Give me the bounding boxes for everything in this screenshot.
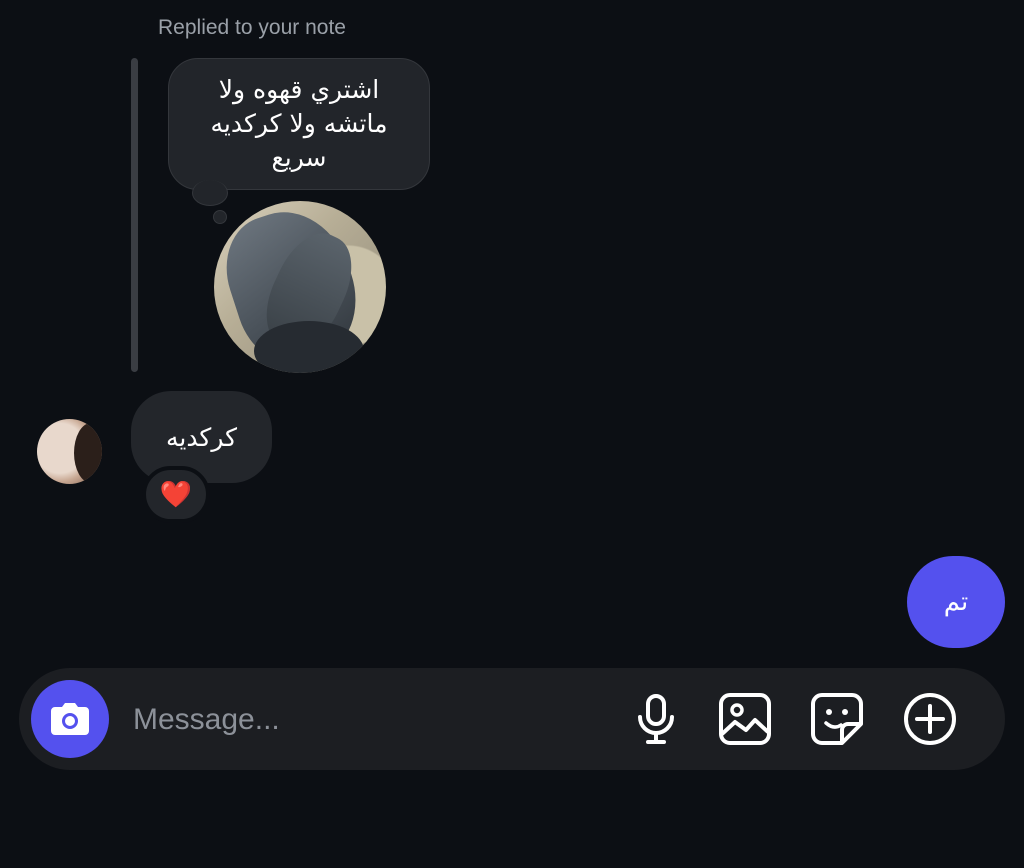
- reply-thread-bar: [131, 58, 138, 372]
- camera-button[interactable]: [31, 680, 109, 758]
- note-tail-small: [213, 210, 227, 224]
- note-tail-large: [192, 180, 228, 206]
- message-input[interactable]: [131, 694, 615, 746]
- note-bubble[interactable]: اشتري قهوه ولا ماتشه ولا كركديه سريع: [168, 58, 430, 190]
- add-icon: [904, 693, 956, 745]
- message-composer: [19, 668, 1005, 770]
- gallery-icon: [719, 693, 771, 745]
- heart-reaction[interactable]: ❤️: [142, 466, 210, 523]
- camera-icon: [51, 703, 89, 735]
- photo-detail: [254, 321, 364, 373]
- avatar-detail: [74, 423, 102, 483]
- reply-caption: Replied to your note: [158, 16, 346, 39]
- sticker-button[interactable]: [808, 690, 866, 748]
- sender-avatar[interactable]: [37, 419, 102, 484]
- microphone-icon: [638, 694, 674, 744]
- note-author-photo[interactable]: [214, 201, 386, 373]
- gallery-button[interactable]: [716, 690, 774, 748]
- add-button[interactable]: [901, 690, 959, 748]
- received-message-bubble[interactable]: كركديه: [131, 391, 272, 483]
- sticker-icon: [811, 693, 863, 745]
- microphone-button[interactable]: [627, 690, 685, 748]
- sent-message-bubble[interactable]: تم: [907, 556, 1005, 648]
